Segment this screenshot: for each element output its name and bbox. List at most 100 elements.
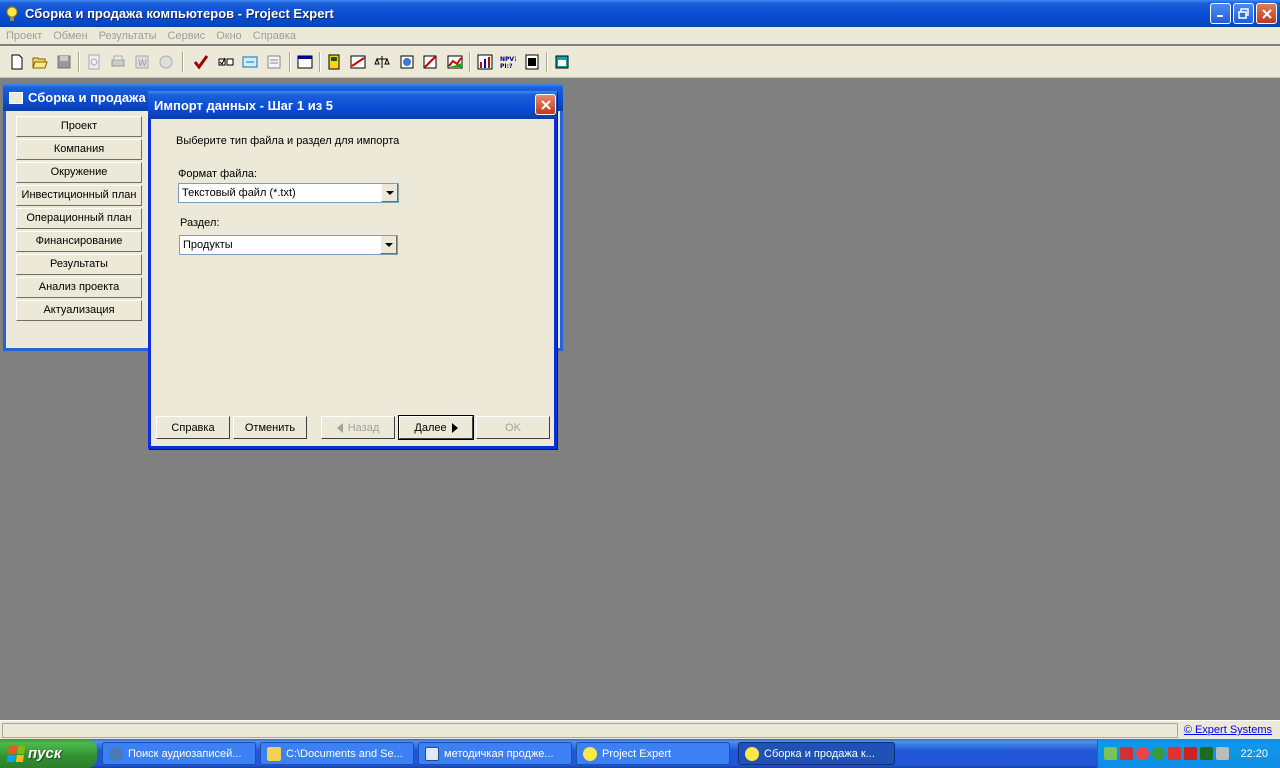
nav-results-button[interactable]: Результаты xyxy=(16,254,142,275)
svg-text:W: W xyxy=(138,59,147,69)
scales-icon xyxy=(374,56,390,68)
forecast-button[interactable] xyxy=(397,52,417,72)
table-icon xyxy=(328,54,340,70)
cancel-button[interactable]: Отменить xyxy=(233,416,307,439)
nav-investment-plan-button[interactable]: Инвестиционный план xyxy=(16,185,142,206)
word-icon: W xyxy=(135,55,149,69)
section-select[interactable]: Продукты xyxy=(179,235,398,255)
report-icon xyxy=(423,55,437,69)
format-select-value: Текстовый файл (*.txt) xyxy=(182,187,296,199)
nav-project-button[interactable]: Проект xyxy=(16,116,142,137)
menu-window[interactable]: Окно xyxy=(216,30,242,42)
antivirus-icon[interactable] xyxy=(1200,747,1213,760)
sensitivity-button[interactable] xyxy=(522,52,542,72)
menu-results[interactable]: Результаты xyxy=(99,30,157,42)
arrow-left-icon xyxy=(336,422,343,433)
task-label: методичкая продже... xyxy=(444,747,554,760)
cashflow-button[interactable] xyxy=(348,52,368,72)
checklist-icon xyxy=(218,57,234,66)
restore-icon xyxy=(1238,8,1249,19)
dialog-titlebar[interactable]: Импорт данных - Шаг 1 из 5 xyxy=(148,91,557,119)
format-select[interactable]: Текстовый файл (*.txt) xyxy=(178,183,399,203)
arrow-right-icon xyxy=(451,422,458,433)
report-button[interactable] xyxy=(420,52,440,72)
export-button[interactable] xyxy=(156,52,176,72)
nav-operational-plan-button[interactable]: Операционный план xyxy=(16,208,142,229)
nav-analysis-button[interactable]: Анализ проекта xyxy=(16,277,142,298)
chart-icon xyxy=(447,55,463,69)
nav-financing-button[interactable]: Финансирование xyxy=(16,231,142,252)
check-button[interactable] xyxy=(191,52,211,72)
chevron-down-icon[interactable] xyxy=(380,236,397,254)
language-icon[interactable] xyxy=(1168,747,1181,760)
lightbulb-icon xyxy=(745,746,759,761)
import-dialog: Импорт данных - Шаг 1 из 5 Выберите тип … xyxy=(148,91,557,449)
task-project-expert[interactable]: Project Expert xyxy=(576,742,730,765)
printer-icon xyxy=(111,55,125,67)
network-icon[interactable] xyxy=(1120,747,1133,760)
open-folder-icon xyxy=(32,57,48,69)
menu-service[interactable]: Сервис xyxy=(168,30,206,42)
taskbar: пуск Поиск аудиозаписей... C:\Documents … xyxy=(0,739,1280,768)
ok-button-label: OK xyxy=(505,421,521,434)
back-button[interactable]: Назад xyxy=(321,416,395,439)
volume-icon[interactable] xyxy=(1216,747,1229,760)
window-button[interactable] xyxy=(295,52,315,72)
balance-button[interactable] xyxy=(372,52,392,72)
window-icon xyxy=(297,55,313,69)
close-button[interactable] xyxy=(1256,3,1277,24)
task-word-doc[interactable]: методичкая продже... xyxy=(418,742,572,765)
npv-button[interactable]: NPV? PI:? xyxy=(498,52,518,72)
chevron-down-icon[interactable] xyxy=(381,184,398,202)
clock[interactable]: 22:20 xyxy=(1240,748,1268,760)
checklist-button[interactable] xyxy=(216,52,236,72)
task-assembly-sales[interactable]: Сборка и продажа к... xyxy=(738,742,895,765)
word-export-button[interactable]: W xyxy=(132,52,152,72)
torrent-icon[interactable] xyxy=(1152,747,1165,760)
system-tray: 22:20 xyxy=(1097,739,1280,768)
main-titlebar: Сборка и продажа компьютеров - Project E… xyxy=(0,0,1280,27)
sensitivity-icon xyxy=(525,54,539,70)
back-button-label: Назад xyxy=(347,421,380,434)
start-button[interactable]: пуск xyxy=(0,739,97,768)
safely-remove-icon[interactable] xyxy=(1184,747,1197,760)
next-button[interactable]: Далее xyxy=(398,415,474,440)
help-button[interactable]: Справка xyxy=(156,416,230,439)
calc-button[interactable] xyxy=(240,52,260,72)
signal-icon[interactable] xyxy=(1104,747,1117,760)
dialog-title: Импорт данных - Шаг 1 из 5 xyxy=(154,97,334,113)
chart-button[interactable] xyxy=(445,52,465,72)
table-button[interactable] xyxy=(325,52,345,72)
indicators-button[interactable] xyxy=(475,52,495,72)
nav-company-button[interactable]: Компания xyxy=(16,139,142,160)
notes-icon xyxy=(267,55,281,69)
copyright-link[interactable]: © Expert Systems xyxy=(1184,724,1272,736)
project-nav: Проект Компания Окружение Инвестиционный… xyxy=(16,116,144,323)
calculate-icon xyxy=(242,56,258,68)
preview-button[interactable] xyxy=(84,52,104,72)
task-explorer[interactable]: C:\Documents and Se... xyxy=(260,742,414,765)
print-button[interactable] xyxy=(108,52,128,72)
actualization-button[interactable] xyxy=(552,52,572,72)
checkmark-icon xyxy=(193,55,209,70)
opera-icon[interactable] xyxy=(1136,747,1149,760)
open-file-button[interactable] xyxy=(30,52,50,72)
task-label: C:\Documents and Se... xyxy=(286,747,403,760)
ok-button[interactable]: OK xyxy=(476,416,550,439)
menu-exchange[interactable]: Обмен xyxy=(53,30,87,42)
minimize-button[interactable] xyxy=(1210,3,1231,24)
task-audio-search[interactable]: Поиск аудиозаписей... xyxy=(102,742,256,765)
status-bar: © Expert Systems xyxy=(0,720,1280,739)
indicators-icon xyxy=(477,54,493,70)
notes-button[interactable] xyxy=(264,52,284,72)
nav-actualization-button[interactable]: Актуализация xyxy=(16,300,142,321)
window-title: Сборка и продажа компьютеров - Project E… xyxy=(25,6,334,21)
save-button[interactable] xyxy=(54,52,74,72)
new-file-button[interactable] xyxy=(7,52,27,72)
restore-button[interactable] xyxy=(1233,3,1254,24)
format-label: Формат файла: xyxy=(178,168,258,180)
nav-environment-button[interactable]: Окружение xyxy=(16,162,142,183)
menu-project[interactable]: Проект xyxy=(6,30,42,42)
menu-help[interactable]: Справка xyxy=(253,30,296,42)
dialog-close-button[interactable] xyxy=(535,94,556,115)
